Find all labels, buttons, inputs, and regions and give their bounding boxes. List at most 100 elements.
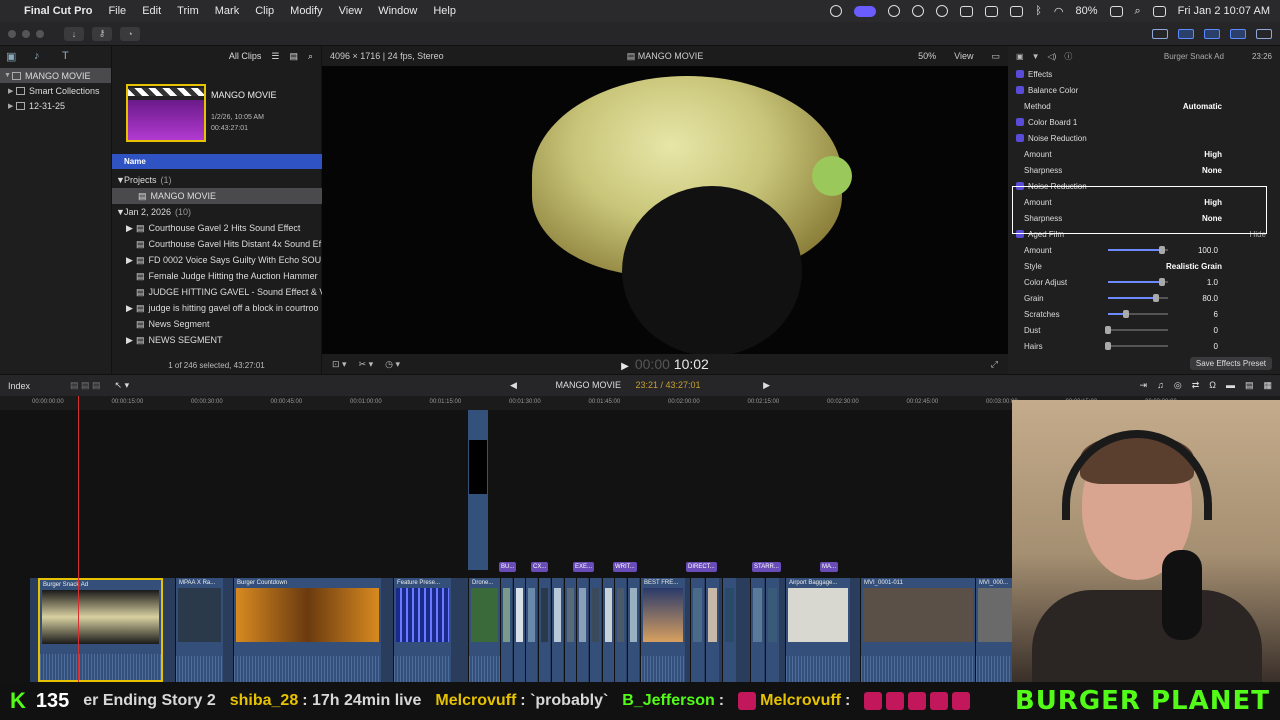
timeline-clip[interactable] [627, 578, 639, 682]
param-dropdown[interactable]: High [1204, 150, 1222, 159]
list-item[interactable]: ▶ ▤ NEWS SEGMENT [112, 332, 322, 348]
slider-knob[interactable] [1105, 326, 1111, 334]
timeline-clip[interactable]: Airport Baggage... [785, 578, 850, 682]
menu-window[interactable]: Window [378, 5, 417, 17]
show-timeline-icon[interactable] [1204, 28, 1220, 39]
connected-clip[interactable] [468, 410, 488, 570]
title-clip[interactable]: EXE... [573, 562, 595, 572]
timeline-clip[interactable]: Feature Prese... [393, 578, 451, 682]
effects-checkbox[interactable] [1016, 70, 1024, 78]
param-value[interactable]: 100.0 [1198, 246, 1218, 255]
show-browser-icon[interactable] [1178, 28, 1194, 39]
param-slider[interactable] [1105, 326, 1168, 334]
zoom-dropdown[interactable]: 50% [918, 51, 936, 62]
title-clip[interactable]: BU... [499, 562, 517, 572]
timeline-clip[interactable] [765, 578, 779, 682]
connect-clip-icon[interactable]: ▤ ▤ ▤ [70, 380, 101, 391]
list-item[interactable]: ▤ Courthouse Gavel Hits Distant 4x Sound … [112, 236, 322, 252]
titles-icon[interactable]: T [62, 50, 76, 62]
menu-mark[interactable]: Mark [215, 5, 239, 17]
effect-param[interactable]: Color Adjust 1.0 [1008, 274, 1280, 290]
timeline-clip[interactable]: Burger Snack Ad [38, 578, 163, 682]
timeline-clip[interactable] [588, 578, 601, 682]
list-item[interactable]: ▤ Female Judge Hitting the Auction Hammer [112, 268, 322, 284]
effect-checkbox[interactable] [1016, 134, 1024, 142]
search-icon[interactable]: ⌕ [308, 51, 313, 62]
timeline-clip[interactable] [576, 578, 589, 682]
disclosure-triangle-icon[interactable]: ▶ [126, 223, 136, 234]
param-value[interactable]: 80.0 [1202, 294, 1218, 303]
param-dropdown[interactable]: Automatic [1183, 102, 1222, 111]
slider-knob[interactable] [1159, 278, 1165, 286]
globe-icon[interactable] [912, 5, 925, 17]
project-thumbnail[interactable] [126, 84, 206, 142]
disclosure-triangle-icon[interactable]: ▶ [126, 335, 136, 346]
param-slider[interactable] [1108, 246, 1168, 254]
library-item-event[interactable]: ▶ 12-31-25 [0, 98, 111, 113]
clip-filter-dropdown[interactable]: All Clips [229, 51, 262, 61]
bluetooth-icon[interactable]: ᛒ [1035, 5, 1042, 17]
play-icon[interactable] [936, 5, 949, 17]
cloud-icon[interactable] [888, 5, 901, 17]
timeline-clip[interactable] [563, 578, 576, 682]
library-item-smart-collections[interactable]: ▶ Smart Collections [0, 83, 111, 98]
param-value[interactable]: 0 [1214, 326, 1218, 335]
slider-knob[interactable] [1123, 310, 1129, 318]
forward-icon[interactable]: ▶ [763, 380, 770, 390]
column-header-name[interactable]: Name [112, 154, 322, 169]
timeline-clip[interactable] [750, 578, 764, 682]
share-layout-icon[interactable] [1152, 28, 1168, 39]
param-slider[interactable] [1108, 310, 1168, 318]
index-button[interactable]: Index [8, 381, 30, 391]
menu-clip[interactable]: Clip [255, 5, 274, 17]
share-icon[interactable] [1256, 28, 1272, 39]
effects-browser-icon[interactable]: ▤ [1245, 380, 1254, 391]
clip-appearance-icon[interactable]: ▤ [289, 51, 298, 62]
title-clip[interactable]: CX... [531, 562, 549, 572]
stage-manager-icon[interactable] [854, 5, 877, 17]
grid-icon[interactable] [985, 5, 999, 17]
disclosure-triangle-icon[interactable]: ▼ [4, 72, 12, 79]
timeline-project-name[interactable]: MANGO MOVIE [555, 380, 621, 390]
timeline-clip[interactable] [601, 578, 614, 682]
skimming-icon[interactable]: ⇥ [1140, 380, 1148, 391]
timecode-display[interactable]: ▶ 00:00 10:02 [322, 356, 1008, 372]
view-dropdown[interactable]: View [954, 51, 973, 62]
title-clip[interactable]: STARR... [752, 562, 781, 572]
list-view-icon[interactable]: ☰ [271, 51, 279, 62]
effect-param[interactable]: Dust 0 [1008, 322, 1280, 338]
timeline-clip[interactable]: Burger Countdown [233, 578, 381, 682]
playhead[interactable] [78, 396, 79, 682]
effect-param[interactable]: Hairs 0 [1008, 338, 1280, 354]
list-item[interactable]: ▶ ▤ Courthouse Gavel 2 Hits Sound Effect [112, 220, 322, 236]
video-frame[interactable] [322, 66, 1008, 354]
group-date[interactable]: ▼ Jan 2, 2026 (10) [112, 204, 322, 220]
timeline-clip[interactable] [705, 578, 719, 682]
back-icon[interactable]: ◀ [510, 380, 517, 390]
title-clip[interactable]: WRIT... [613, 562, 637, 572]
param-dropdown[interactable]: Realistic Grain [1166, 262, 1222, 271]
disclosure-triangle-icon[interactable]: ▼ [116, 175, 125, 185]
menu-trim[interactable]: Trim [177, 5, 199, 17]
libraries-icon[interactable]: ▣ [6, 50, 20, 63]
menu-modify[interactable]: Modify [290, 5, 322, 17]
display-icon[interactable] [1010, 5, 1024, 17]
effect-section[interactable]: Noise Reduction [1008, 130, 1280, 146]
timeline-clip[interactable] [550, 578, 563, 682]
param-slider[interactable] [1108, 278, 1168, 286]
effect-section[interactable]: Balance Color [1008, 82, 1280, 98]
solo-icon[interactable]: ◎ [1174, 380, 1182, 391]
control-center-icon[interactable] [1152, 5, 1166, 17]
menu-view[interactable]: View [339, 5, 363, 17]
audio-skimming-icon[interactable]: ♫ [1157, 380, 1164, 391]
library-item-mango-movie[interactable]: ▼ MANGO MOVIE [0, 68, 111, 83]
battery-icon[interactable] [1109, 5, 1123, 17]
effect-param[interactable]: Style Realistic Grain [1008, 258, 1280, 274]
disclosure-triangle-icon[interactable]: ▶ [8, 102, 16, 110]
clip-appearance-icon[interactable]: ▬ [1226, 380, 1235, 391]
effect-param[interactable]: Amount High [1008, 146, 1280, 162]
photos-icon[interactable]: ♪ [34, 50, 48, 62]
param-slider[interactable] [1108, 294, 1168, 302]
screen-record-icon[interactable] [830, 5, 843, 17]
menu-help[interactable]: Help [433, 5, 456, 17]
